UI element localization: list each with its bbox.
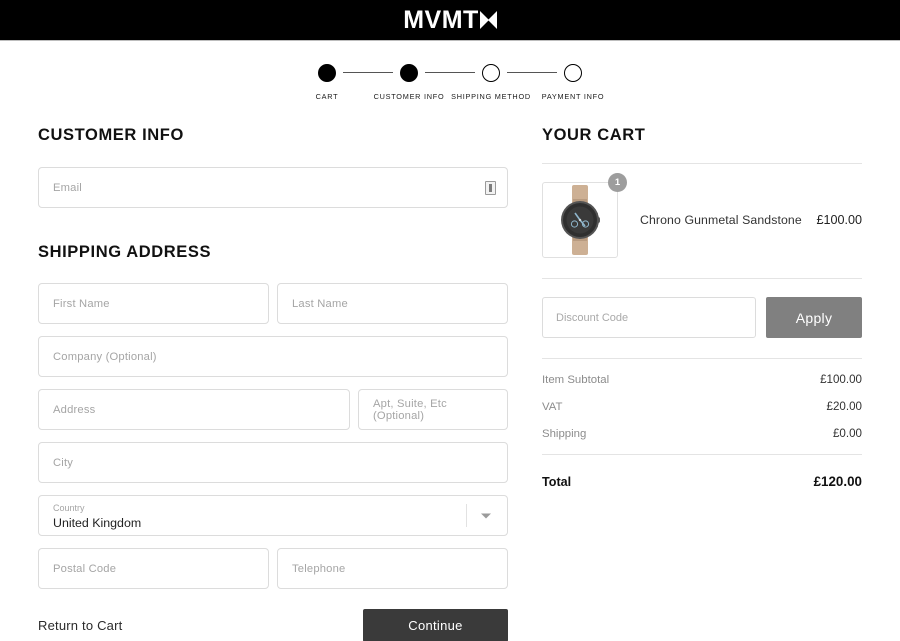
step-dot-cart	[318, 64, 336, 82]
chevron-down-icon[interactable]	[481, 513, 491, 518]
total-row-subtotal: Item Subtotal £100.00	[542, 373, 862, 386]
apt-suite-field[interactable]: Apt, Suite, Etc (Optional)	[358, 389, 508, 430]
grand-total-row: Total £120.00	[542, 474, 862, 489]
company-field[interactable]: Company (Optional)	[38, 336, 508, 377]
brand-logo[interactable]: MVMT	[403, 5, 497, 34]
shipping-label: Shipping	[542, 428, 587, 440]
discount-code-placeholder: Discount Code	[556, 311, 629, 324]
hourglass-mark-icon	[479, 10, 497, 30]
cart-line-item: 1 Chrono Gunmetal Sandstone £100.00	[542, 173, 862, 258]
grand-total-value: £120.00	[813, 474, 862, 489]
vat-value: £20.00	[826, 400, 862, 413]
autofill-icon[interactable]	[485, 180, 496, 195]
postal-code-placeholder: Postal Code	[53, 562, 117, 575]
continue-button[interactable]: Continue	[363, 609, 508, 641]
cart-divider-discount	[542, 358, 862, 359]
product-thumbnail-wrap[interactable]: 1	[542, 173, 627, 258]
shipping-address-heading: SHIPPING ADDRESS	[38, 243, 212, 261]
address-field[interactable]: Address	[38, 389, 350, 430]
step-label-shipping-method: SHIPPING METHOD	[451, 92, 531, 101]
checkout-form-column: CUSTOMER INFO Email SHIPPING ADDRESS Fir…	[38, 126, 508, 641]
country-label: Country	[53, 503, 85, 514]
discount-row: Discount Code Apply	[542, 297, 862, 338]
subtotal-label: Item Subtotal	[542, 374, 610, 386]
customer-info-heading: CUSTOMER INFO	[38, 126, 184, 144]
postal-code-field[interactable]: Postal Code	[38, 548, 269, 589]
first-name-placeholder: First Name	[53, 297, 110, 310]
totals-list: Item Subtotal £100.00 VAT £20.00 Shippin…	[542, 373, 862, 440]
checkout-stepper: CART CUSTOMER INFO SHIPPING METHOD PAYME…	[0, 41, 900, 101]
step-connector-3	[507, 72, 557, 74]
cart-divider-total	[542, 454, 862, 455]
telephone-placeholder: Telephone	[292, 562, 346, 575]
postal-phone-row: Postal Code Telephone	[38, 548, 508, 589]
quantity-badge: 1	[608, 173, 627, 192]
step-dot-customer-info	[400, 64, 418, 82]
watch-image	[561, 185, 600, 255]
subtotal-value: £100.00	[820, 373, 862, 386]
site-header: MVMT	[0, 0, 900, 41]
cart-divider-top	[542, 163, 862, 164]
discount-code-field[interactable]: Discount Code	[542, 297, 756, 338]
first-name-field[interactable]: First Name	[38, 283, 269, 324]
vat-label: VAT	[542, 401, 563, 413]
return-to-cart-link[interactable]: Return to Cart	[38, 618, 122, 633]
city-field[interactable]: City	[38, 442, 508, 483]
product-price: £100.00	[816, 213, 862, 227]
email-placeholder: Email	[53, 181, 82, 194]
apt-suite-placeholder: Apt, Suite, Etc (Optional)	[373, 397, 447, 422]
product-name: Chrono Gunmetal Sandstone	[640, 213, 802, 227]
step-connector-1	[343, 72, 393, 74]
cart-heading: YOUR CART	[542, 126, 646, 144]
checkout-body: CUSTOMER INFO Email SHIPPING ADDRESS Fir…	[0, 126, 900, 641]
step-dot-payment-info	[564, 64, 582, 82]
step-connector-2	[425, 72, 475, 74]
step-dot-shipping-method	[482, 64, 500, 82]
name-row: First Name Last Name	[38, 283, 508, 324]
company-placeholder: Company (Optional)	[53, 350, 157, 363]
country-select[interactable]: Country United Kingdom	[38, 495, 508, 536]
cart-divider-middle	[542, 278, 862, 279]
step-label-cart: CART	[315, 92, 339, 101]
city-placeholder: City	[53, 456, 74, 469]
country-divider	[466, 504, 467, 527]
telephone-field[interactable]: Telephone	[277, 548, 508, 589]
step-label-customer-info: CUSTOMER INFO	[373, 92, 445, 101]
last-name-field[interactable]: Last Name	[277, 283, 508, 324]
cart-summary-column: YOUR CART 1 Chrono Gunmetal Sandstone £1…	[542, 126, 862, 641]
total-row-vat: VAT £20.00	[542, 400, 862, 413]
email-field[interactable]: Email	[38, 167, 508, 208]
step-label-payment-info: PAYMENT INFO	[541, 92, 605, 101]
apply-discount-button[interactable]: Apply	[766, 297, 862, 338]
address-placeholder: Address	[53, 403, 96, 416]
country-value: United Kingdom	[53, 516, 142, 531]
shipping-value: £0.00	[832, 427, 862, 440]
brand-logo-text: MVMT	[403, 5, 479, 34]
product-thumbnail	[542, 182, 618, 258]
total-row-shipping: Shipping £0.00	[542, 427, 862, 440]
grand-total-label: Total	[542, 475, 572, 489]
last-name-placeholder: Last Name	[292, 297, 348, 310]
form-actions: Return to Cart Continue	[38, 609, 508, 641]
address-row: Address Apt, Suite, Etc (Optional)	[38, 389, 508, 430]
